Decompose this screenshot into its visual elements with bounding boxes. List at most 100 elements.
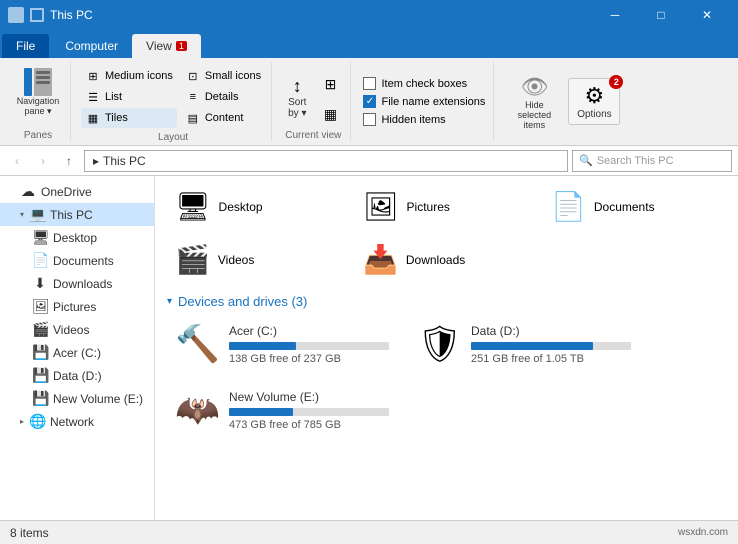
pictures-label: Pictures — [53, 300, 96, 314]
tab-computer[interactable]: Computer — [51, 34, 132, 58]
details-btn[interactable]: ≡ Details — [181, 87, 265, 107]
network-expand-icon: ▸ — [20, 417, 24, 426]
devices-section-title: Devices and drives (3) — [178, 294, 307, 309]
hidden-items-checkbox[interactable] — [363, 113, 376, 126]
up-button[interactable]: ↑ — [58, 150, 80, 172]
file-extensions-checkbox[interactable]: ✓ — [363, 95, 376, 108]
sidebar-item-downloads[interactable]: ⬇ Downloads — [0, 272, 154, 295]
ribbon-tabs: File Computer View 1 — [0, 30, 738, 58]
status-bar: 8 items wsxdn.com — [0, 520, 738, 544]
drive-acerC[interactable]: 🔨 Acer (C:) 138 GB free of 237 GB — [167, 317, 397, 371]
acerC-bar-bg — [229, 342, 389, 350]
drives-grid: 🔨 Acer (C:) 138 GB free of 237 GB 🛡 Data… — [167, 317, 726, 437]
sidebar-item-acerC[interactable]: 💾 Acer (C:) — [0, 341, 154, 364]
videos-icon: 🎬 — [32, 321, 48, 338]
devices-section-header[interactable]: ▾ Devices and drives (3) — [167, 294, 726, 309]
drive-newVolE[interactable]: 🦇 New Volume (E:) 473 GB free of 785 GB — [167, 383, 397, 437]
dataD-bar-fill — [471, 342, 593, 350]
layout-label: Layout — [158, 130, 188, 143]
content-btn[interactable]: ▤ Content — [181, 108, 265, 128]
file-extensions-toggle[interactable]: ✓ File name extensions — [361, 94, 487, 109]
tiles-btn[interactable]: ▦ Tiles — [81, 108, 177, 128]
nav-bar: ‹ › ↑ ▸ This PC 🔍 Search This PC — [0, 146, 738, 176]
back-button[interactable]: ‹ — [6, 150, 28, 172]
tab-file[interactable]: File — [2, 34, 49, 58]
sidebar-item-newVolE[interactable]: 💾 New Volume (E:) — [0, 387, 154, 410]
medium-icons-icon: ⊞ — [85, 68, 101, 84]
newVolE-drive-name: New Volume (E:) — [229, 390, 389, 404]
options-icon: ⚙ — [585, 83, 605, 109]
tiles-icon: ▦ — [85, 110, 101, 126]
dataD-drive-icon: 🛡 — [417, 323, 461, 365]
item-checkboxes-checkbox[interactable] — [363, 77, 376, 90]
sidebar-item-network[interactable]: ▸ 🌐 Network — [0, 410, 154, 433]
item-count: 8 items — [10, 526, 49, 540]
acerC-space: 138 GB free of 237 GB — [229, 353, 389, 365]
view-controls: ↕ Sortby ▾ ⊞ ▦ — [282, 70, 344, 128]
documents-label: Documents — [53, 254, 114, 268]
onedrive-icon: ☁ — [20, 183, 36, 200]
minimize-button[interactable]: ─ — [592, 0, 638, 30]
acerC-drive-info: Acer (C:) 138 GB free of 237 GB — [229, 324, 389, 365]
sidebar-item-pictures[interactable]: 🖼 Pictures — [0, 295, 154, 318]
hide-selected-label: Hide selecteditems — [508, 100, 560, 130]
search-icon: 🔍 — [579, 154, 593, 167]
drive-dataD[interactable]: 🛡 Data (D:) 251 GB free of 1.05 TB — [409, 317, 639, 371]
sidebar-item-onedrive[interactable]: ☁ OneDrive — [0, 180, 154, 203]
desktop-folder-icon: 🖥 — [175, 190, 211, 223]
nav-pane-label: Navigationpane ▾ — [17, 96, 60, 117]
hidden-items-toggle[interactable]: Hidden items — [361, 112, 487, 127]
sidebar-item-videos[interactable]: 🎬 Videos — [0, 318, 154, 341]
hide-selected-button[interactable]: 👁 Hide selecteditems — [504, 70, 564, 134]
options-button[interactable]: 2 ⚙ Options — [568, 78, 620, 125]
item-checkboxes-toggle[interactable]: Item check boxes — [361, 76, 487, 91]
search-bar[interactable]: 🔍 Search This PC — [572, 150, 732, 172]
view-mode-btn-2[interactable]: ▦ — [316, 100, 344, 128]
downloads-folder-name: Downloads — [406, 253, 465, 267]
options-badge: 2 — [609, 75, 623, 89]
folder-pictures[interactable]: 🖼 Pictures — [355, 184, 535, 229]
tab-view[interactable]: View 1 — [132, 34, 201, 58]
file-area: 🖥 Desktop 🖼 Pictures 📄 Documents 🎬 Video… — [155, 176, 738, 520]
sort-by-button[interactable]: ↕ Sortby ▾ — [282, 70, 312, 128]
newVolE-bar-bg — [229, 408, 389, 416]
main-area: ☁ OneDrive ▾ 💻 This PC 🖥 Desktop 📄 Docum… — [0, 176, 738, 520]
thispc-expand-icon: ▾ — [20, 210, 24, 219]
sidebar-item-dataD[interactable]: 💾 Data (D:) — [0, 364, 154, 387]
newVolE-drive-info: New Volume (E:) 473 GB free of 785 GB — [229, 390, 389, 431]
sidebar-item-thispc[interactable]: ▾ 💻 This PC — [0, 203, 154, 226]
tab-view-badge: 1 — [176, 41, 187, 51]
pictures-folder-name: Pictures — [407, 200, 450, 214]
small-icons-btn[interactable]: ⊡ Small icons — [181, 66, 265, 86]
navigation-pane-button[interactable]: Navigationpane ▾ — [12, 62, 64, 122]
address-text: This PC — [103, 154, 146, 168]
folders-grid: 🖥 Desktop 🖼 Pictures 📄 Documents 🎬 Video… — [167, 184, 726, 282]
forward-button[interactable]: › — [32, 150, 54, 172]
ribbon: Navigationpane ▾ Panes ⊞ Medium icons ⊡ … — [0, 58, 738, 146]
newVolE-icon: 💾 — [32, 390, 48, 407]
videos-label: Videos — [53, 323, 89, 337]
downloads-folder-icon: 📥 — [363, 243, 398, 276]
sidebar-item-desktop[interactable]: 🖥 Desktop — [0, 226, 154, 249]
group-view-buttons: ⊞ ▦ — [316, 70, 344, 128]
maximize-button[interactable]: □ — [638, 0, 684, 30]
medium-icons-btn[interactable]: ⊞ Medium icons — [81, 66, 177, 86]
documents-folder-icon: 📄 — [551, 190, 586, 223]
folder-desktop[interactable]: 🖥 Desktop — [167, 184, 347, 229]
options-label: Options — [577, 109, 611, 120]
list-btn[interactable]: ☰ List — [81, 87, 177, 107]
folder-videos[interactable]: 🎬 Videos — [167, 237, 347, 282]
ribbon-panes-section: Navigationpane ▾ Panes — [6, 62, 71, 141]
close-button[interactable]: ✕ — [684, 0, 730, 30]
sort-icon: ↕ — [293, 76, 302, 97]
downloads-icon: ⬇ — [32, 275, 48, 292]
watermark: wsxdn.com — [678, 527, 728, 538]
folder-downloads[interactable]: 📥 Downloads — [355, 237, 535, 282]
view-mode-btn-1[interactable]: ⊞ — [316, 70, 344, 98]
documents-icon: 📄 — [32, 252, 48, 269]
sidebar-item-documents[interactable]: 📄 Documents — [0, 249, 154, 272]
acerC-label: Acer (C:) — [53, 346, 101, 360]
folder-documents[interactable]: 📄 Documents — [543, 184, 723, 229]
address-bar[interactable]: ▸ This PC — [84, 150, 568, 172]
sidebar: ☁ OneDrive ▾ 💻 This PC 🖥 Desktop 📄 Docum… — [0, 176, 155, 520]
